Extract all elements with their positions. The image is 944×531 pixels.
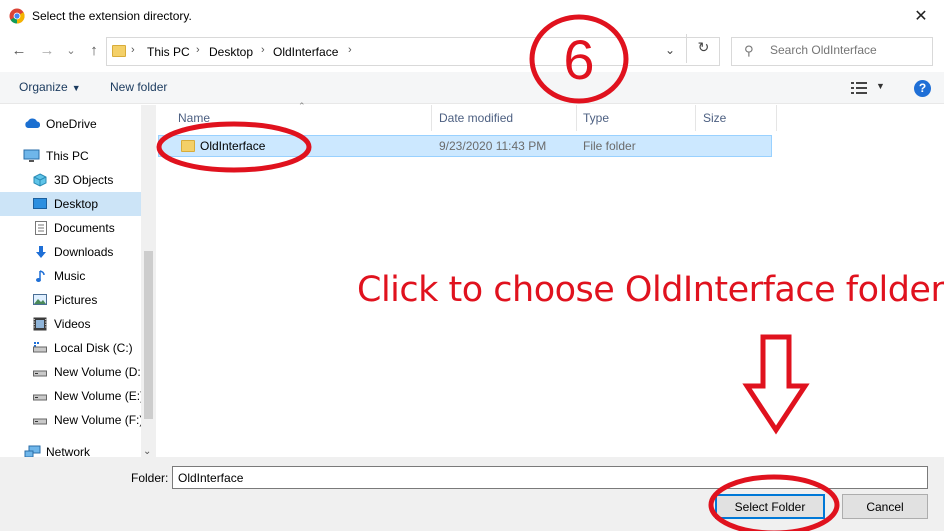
dialog-footer: Folder: Select Folder Cancel [0,457,944,531]
forward-arrow-icon: → [39,42,55,59]
breadcrumb-this-pc[interactable]: This PC [147,45,190,59]
refresh-icon: ↻ [697,39,710,55]
sidebar-item-documents[interactable]: Documents [0,216,141,240]
sidebar-item-label: Videos [54,317,91,331]
column-header-date-modified[interactable]: Date modified [433,105,577,131]
folder-label: Folder: [131,471,169,485]
sidebar-item-new-volume-d[interactable]: New Volume (D: [0,360,141,384]
window-title: Select the extension directory. [32,9,192,23]
file-name: OldInterface [200,139,266,153]
chevron-right-icon: › [196,44,200,56]
cube-icon [33,173,47,187]
sidebar-item-label: Music [54,269,86,283]
sidebar-item-label: New Volume (F:) [54,413,144,427]
network-icon [24,445,41,457]
command-toolbar: Organize ▼ New folder ▼ ? [0,72,944,104]
sidebar-item-label: Desktop [54,197,99,211]
sidebar-item-pictures[interactable]: Pictures [0,288,141,312]
music-icon [36,270,45,282]
sidebar-item-label: Local Disk (C:) [54,341,133,355]
search-box[interactable]: ⚲ [731,37,933,66]
sidebar-item-3d-objects[interactable]: 3D Objects [0,168,141,192]
close-icon: ✕ [914,8,928,25]
sidebar-item-label: Pictures [54,293,98,307]
search-input[interactable] [770,43,928,57]
caret-down-icon: ▼ [71,83,81,93]
desktop-icon [33,198,47,209]
cloud-icon [25,118,41,128]
organize-label: Organize [19,80,68,94]
sidebar-item-label: This PC [46,149,89,163]
column-header-name[interactable]: Name [172,105,432,131]
refresh-button[interactable]: ↻ [686,34,720,63]
drive-icon [33,370,47,377]
chevron-down-icon: ⌄ [664,43,675,57]
new-folder-button[interactable]: New folder [110,80,167,94]
sidebar-item-label: OneDrive [46,117,97,131]
chrome-app-icon [9,8,25,24]
address-bar[interactable]: › This PC › Desktop › OldInterface › ⌄ [106,37,720,66]
sidebar-scrollbar[interactable]: ⌄ [141,105,156,457]
sidebar-item-label: New Volume (D: [54,365,141,379]
sidebar-item-local-disk-c[interactable]: Local Disk (C:) [0,336,141,360]
folder-icon [112,45,126,57]
table-row[interactable]: OldInterface 9/23/2020 11:43 PM File fol… [158,135,772,157]
caret-down-icon[interactable]: ▼ [876,81,885,91]
file-type: File folder [583,139,636,153]
sidebar-item-label: New Volume (E:) [54,389,145,403]
drive-icon [33,394,47,401]
help-button[interactable]: ? [914,80,931,97]
file-date: 9/23/2020 11:43 PM [439,139,547,153]
sidebar-item-label: Downloads [54,245,114,259]
chevron-right-icon: › [131,44,135,56]
chevron-right-icon: › [261,44,265,56]
document-icon [35,221,47,235]
sidebar-item-new-volume-e[interactable]: New Volume (E:) [0,384,145,408]
navigation-bar: ← → ⌄ ↑ › This PC › Desktop › OldInterfa… [0,34,944,68]
sidebar-item-downloads[interactable]: Downloads [0,240,141,264]
sidebar-item-onedrive[interactable]: OneDrive [0,112,141,136]
up-arrow-icon: ↑ [90,42,98,59]
computer-icon [23,149,40,162]
recent-locations-button[interactable]: ⌄ [61,41,81,61]
drive-icon [33,342,47,353]
folder-name-input[interactable] [172,466,928,489]
select-folder-button[interactable]: Select Folder [715,494,825,519]
sidebar-item-this-pc[interactable]: This PC [0,144,141,168]
sidebar-item-desktop[interactable]: Desktop [0,192,141,216]
back-button[interactable]: ← [9,41,29,61]
sidebar-item-videos[interactable]: Videos [0,312,141,336]
column-header-type[interactable]: Type [577,105,696,131]
organize-button[interactable]: Organize ▼ [19,80,81,94]
view-options-icon[interactable] [851,82,867,94]
picture-icon [33,294,47,305]
cancel-button[interactable]: Cancel [842,494,928,519]
navigation-pane: OneDrive This PC 3D Objects Desktop Docu… [0,105,156,457]
address-dropdown-button[interactable]: ⌄ [665,43,675,57]
column-header-size[interactable]: Size [697,105,777,131]
chevron-down-icon: ⌄ [66,45,76,57]
forward-button[interactable]: → [37,41,57,61]
search-icon: ⚲ [744,43,754,58]
annotation-instruction: Click to choose OldInterface folder [357,270,944,310]
back-arrow-icon: ← [11,42,27,59]
video-icon [33,317,47,331]
sidebar-item-network[interactable]: Network [0,440,141,457]
sidebar-item-label: Documents [54,221,115,235]
sidebar-item-music[interactable]: Music [0,264,141,288]
sidebar-item-label: Network [46,445,91,457]
title-bar: Select the extension directory. ✕ [0,0,944,32]
sidebar-item-new-volume-f[interactable]: New Volume (F:) [0,408,144,432]
download-icon [36,246,46,258]
folder-icon [181,140,195,152]
scrollbar-thumb[interactable] [144,251,153,419]
drive-icon [33,418,47,425]
breadcrumb-oldinterface[interactable]: OldInterface [273,45,338,59]
scroll-down-icon[interactable]: ⌄ [143,446,151,457]
breadcrumb-desktop[interactable]: Desktop [209,45,253,59]
close-button[interactable]: ✕ [898,0,944,32]
chevron-right-icon: › [348,44,352,56]
sidebar-item-label: 3D Objects [54,173,114,187]
up-button[interactable]: ↑ [84,41,104,61]
